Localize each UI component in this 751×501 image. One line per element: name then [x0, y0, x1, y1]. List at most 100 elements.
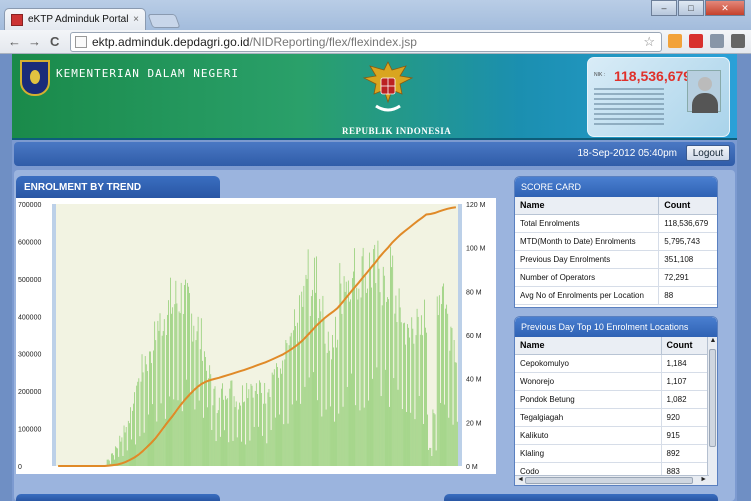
scroll-thumb[interactable]	[525, 477, 693, 484]
row-count: 88	[658, 286, 717, 305]
chart-bar	[327, 331, 329, 466]
chart-bar	[208, 378, 209, 466]
trend-chart-panel: 0 100000 200000 300000 400000 500000 600000 700…	[16, 198, 496, 474]
chart-bar	[369, 252, 370, 466]
page: KEMENTERIAN DALAM NEGERI REPUBLIK INDONE…	[12, 54, 737, 501]
chart-bar	[152, 404, 153, 466]
chart-bar	[168, 300, 169, 466]
chart-bar	[390, 246, 391, 466]
maximize-button[interactable]: □	[678, 0, 704, 16]
chart-bar	[438, 295, 440, 466]
table-row[interactable]: Kalikuto 915	[515, 426, 707, 445]
chart-bar	[139, 436, 141, 466]
chart-bar	[306, 278, 308, 466]
chart-bar	[282, 360, 284, 466]
chart-bar	[395, 295, 397, 466]
chart-bar	[375, 283, 377, 466]
chart-bar	[434, 414, 436, 466]
extension-icon[interactable]	[689, 34, 703, 48]
table-row[interactable]: Tegalgiagah 920	[515, 408, 707, 427]
chart-bar	[166, 334, 167, 466]
chart-bar	[146, 371, 148, 466]
tab-title: eKTP Adminduk Portal	[28, 14, 129, 25]
chart-bar	[353, 271, 354, 466]
column-header-count[interactable]: Count	[658, 197, 717, 215]
extension-icon[interactable]	[710, 34, 724, 48]
table-row[interactable]: Klaling 892	[515, 444, 707, 463]
table-row[interactable]: Number of Operators 72,291	[515, 268, 717, 287]
chart-bar	[322, 295, 324, 466]
column-header-name[interactable]: Name	[515, 337, 662, 355]
right-axis-tick: 60 M	[466, 333, 482, 340]
table-row[interactable]: Avg No of Enrolments per Location 88	[515, 286, 717, 305]
scroll-up-icon[interactable]: ▲	[708, 337, 717, 347]
chart-bar	[226, 399, 227, 466]
trend-chart: 0 100000 200000 300000 400000 500000 600000 700…	[18, 202, 486, 471]
tab-close-icon[interactable]: ×	[133, 14, 139, 25]
chart-bar	[416, 308, 418, 466]
chart-bar	[157, 320, 159, 466]
chart-bar	[453, 340, 455, 466]
chart-bar	[130, 407, 131, 466]
table-row[interactable]: Pondok Betung 1,082	[515, 390, 707, 409]
chart-bar	[396, 322, 398, 466]
reload-button[interactable]: C	[50, 34, 59, 49]
browser-tab[interactable]: eKTP Adminduk Portal ×	[4, 8, 146, 30]
extension-icon[interactable]	[668, 34, 682, 48]
column-header-name[interactable]: Name	[515, 197, 660, 215]
back-button[interactable]: ←	[8, 34, 21, 49]
chart-bar	[264, 382, 266, 466]
chart-bar	[356, 287, 358, 466]
chart-bar	[387, 297, 388, 466]
wrench-icon[interactable]	[731, 34, 745, 48]
left-axis-tick: 600000	[18, 239, 41, 246]
chart-bar	[392, 255, 394, 466]
chart-bar	[122, 455, 124, 466]
chart-bar	[409, 337, 410, 466]
scroll-left-icon[interactable]: ◄	[517, 476, 524, 483]
chart-bar	[412, 328, 414, 466]
chart-bar	[269, 397, 271, 466]
chart-bar	[378, 268, 380, 466]
chart-bar	[415, 335, 417, 466]
chart-bar	[207, 407, 208, 466]
scroll-right-icon[interactable]: ►	[700, 476, 707, 483]
vertical-scrollbar[interactable]: ▲ ▼	[707, 337, 717, 485]
chart-bar	[312, 289, 313, 466]
user-bar: 18-Sep-2012 05:40pm Logout	[14, 142, 735, 166]
chart-bar	[448, 417, 450, 466]
horizontal-scrollbar[interactable]: ◄ ►	[515, 475, 709, 485]
chart-bar	[283, 424, 285, 466]
chart-bar	[301, 291, 303, 466]
forward-button[interactable]: →	[28, 34, 41, 49]
bookmark-star-icon[interactable]: ☆	[643, 34, 655, 50]
chart-bar	[437, 315, 439, 466]
table-row[interactable]: Wonorejo 1,107	[515, 372, 707, 391]
logout-button[interactable]: Logout	[686, 145, 730, 161]
chart-bar	[305, 274, 307, 466]
address-bar[interactable]: ektp.adminduk.depdagri.go.id/NIDReportin…	[70, 32, 662, 52]
chart-bar	[150, 351, 151, 466]
new-tab-button[interactable]	[147, 14, 181, 28]
chart-bar	[182, 313, 184, 466]
table-row[interactable]: Previous Day Enrolments 351,108	[515, 250, 717, 269]
table-row[interactable]: Cepokomulyo 1,184	[515, 354, 707, 373]
table-row[interactable]: Total Enrolments 118,536,679	[515, 214, 717, 233]
right-axis-band	[458, 204, 462, 466]
chart-bar	[343, 276, 345, 466]
minimize-button[interactable]: –	[651, 0, 677, 16]
chart-bar	[340, 283, 342, 466]
chart-bar	[190, 395, 192, 466]
chart-bar	[354, 248, 355, 466]
chart-bar	[349, 301, 350, 466]
scroll-thumb[interactable]	[709, 349, 716, 447]
url-host: ektp.adminduk.depdagri.go.id	[92, 35, 250, 49]
chart-bar	[454, 362, 456, 466]
close-window-button[interactable]: ✕	[705, 0, 745, 16]
table-row[interactable]: MTD(Month to Date) Enrolments 5,795,743	[515, 232, 717, 251]
column-header-count[interactable]: Count	[661, 337, 707, 355]
chart-bar	[361, 256, 363, 466]
chart-bar	[191, 313, 193, 466]
chart-bar	[180, 282, 182, 466]
row-count: 1,184	[661, 354, 707, 373]
